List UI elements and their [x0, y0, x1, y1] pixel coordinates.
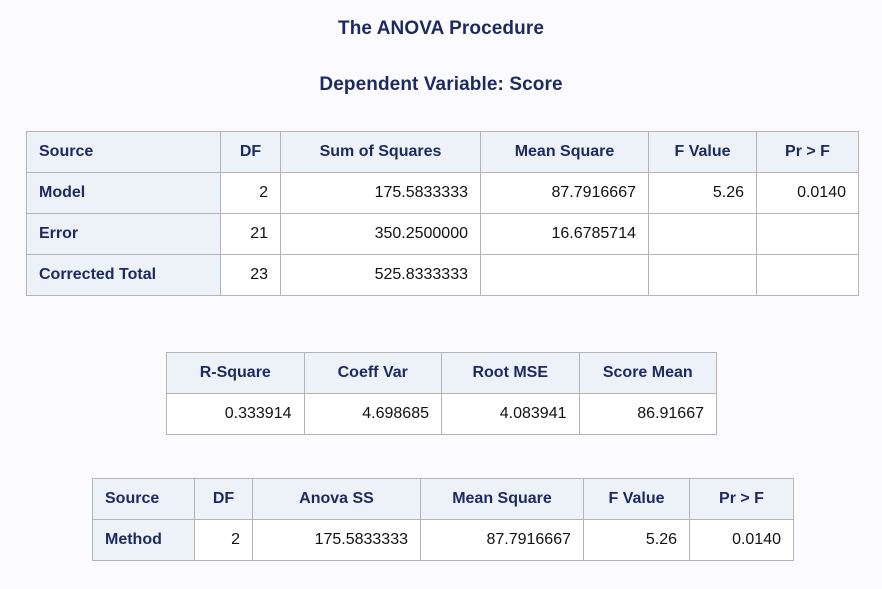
cell-corrected-total-f-value	[648, 254, 757, 296]
column-header-root-mse: Root MSE	[441, 352, 580, 394]
cell-error-sum-of-squares: 350.2500000	[280, 213, 481, 255]
cell-coeff-var-value: 4.698685	[303, 393, 442, 435]
cell-corrected-total-df: 23	[220, 254, 281, 296]
table-header-row: Source DF Anova SS Mean Square F Value P…	[92, 478, 794, 520]
cell-method-mean-square: 87.7916667	[420, 519, 584, 561]
page-title-procedure: The ANOVA Procedure	[337, 18, 544, 39]
column-header-f-value: F Value	[648, 131, 757, 173]
column-header-df: DF	[220, 131, 281, 173]
cell-model-sum-of-squares: 175.5833333	[280, 172, 481, 214]
column-header-mean-square: Mean Square	[480, 131, 649, 173]
table-row: Method 2 175.5833333 87.7916667 5.26 0.0…	[92, 519, 794, 561]
anova-overall-table: Source DF Sum of Squares Mean Square F V…	[26, 131, 859, 296]
cell-corrected-total-pr-f	[756, 254, 859, 296]
table-row: Error 21 350.2500000 16.6785714	[26, 213, 859, 255]
cell-corrected-total-sum-of-squares: 525.8333333	[280, 254, 481, 296]
table-header-row: R-Square Coeff Var Root MSE Score Mean	[166, 352, 717, 394]
table-header-row: Source DF Sum of Squares Mean Square F V…	[26, 131, 859, 173]
table-row: Model 2 175.5833333 87.7916667 5.26 0.01…	[26, 172, 859, 214]
column-header-effects-f-value: F Value	[583, 478, 690, 520]
column-header-score-mean: Score Mean	[578, 352, 717, 394]
column-header-effects-mean-square: Mean Square	[420, 478, 584, 520]
cell-method-f-value: 5.26	[583, 519, 690, 561]
cell-r-square-value: 0.333914	[166, 393, 305, 435]
column-header-effects-source: Source	[92, 478, 195, 520]
cell-error-pr-f	[756, 213, 859, 255]
cell-score-mean-value: 86.91667	[578, 393, 717, 435]
column-header-effects-pr-f: Pr > F	[689, 478, 794, 520]
table-row: 0.333914 4.698685 4.083941 86.91667	[166, 393, 717, 435]
cell-error-f-value	[648, 213, 757, 255]
cell-method-anova-ss: 175.5833333	[252, 519, 421, 561]
cell-model-f-value: 5.26	[648, 172, 757, 214]
column-header-coeff-var: Coeff Var	[303, 352, 442, 394]
column-header-source: Source	[26, 131, 221, 173]
cell-model-df: 2	[220, 172, 281, 214]
cell-error-mean-square: 16.6785714	[480, 213, 649, 255]
column-header-r-square: R-Square	[166, 352, 305, 394]
column-header-effects-df: DF	[194, 478, 253, 520]
cell-root-mse-value: 4.083941	[441, 393, 580, 435]
column-header-pr-f: Pr > F	[756, 131, 859, 173]
row-label-error: Error	[26, 213, 221, 255]
column-header-anova-ss: Anova SS	[252, 478, 421, 520]
row-label-model: Model	[26, 172, 221, 214]
cell-model-pr-f: 0.0140	[756, 172, 859, 214]
fit-statistics-table: R-Square Coeff Var Root MSE Score Mean 0…	[166, 352, 717, 435]
page-title-dependent-variable: Dependent Variable: Score	[319, 74, 563, 95]
row-label-corrected-total: Corrected Total	[26, 254, 221, 296]
cell-corrected-total-mean-square	[480, 254, 649, 296]
row-label-method: Method	[92, 519, 195, 561]
anova-effects-table: Source DF Anova SS Mean Square F Value P…	[92, 478, 794, 561]
cell-error-df: 21	[220, 213, 281, 255]
cell-method-pr-f: 0.0140	[689, 519, 794, 561]
column-header-sum-of-squares: Sum of Squares	[280, 131, 481, 173]
cell-method-df: 2	[194, 519, 253, 561]
table-row: Corrected Total 23 525.8333333	[26, 254, 859, 296]
cell-model-mean-square: 87.7916667	[480, 172, 649, 214]
